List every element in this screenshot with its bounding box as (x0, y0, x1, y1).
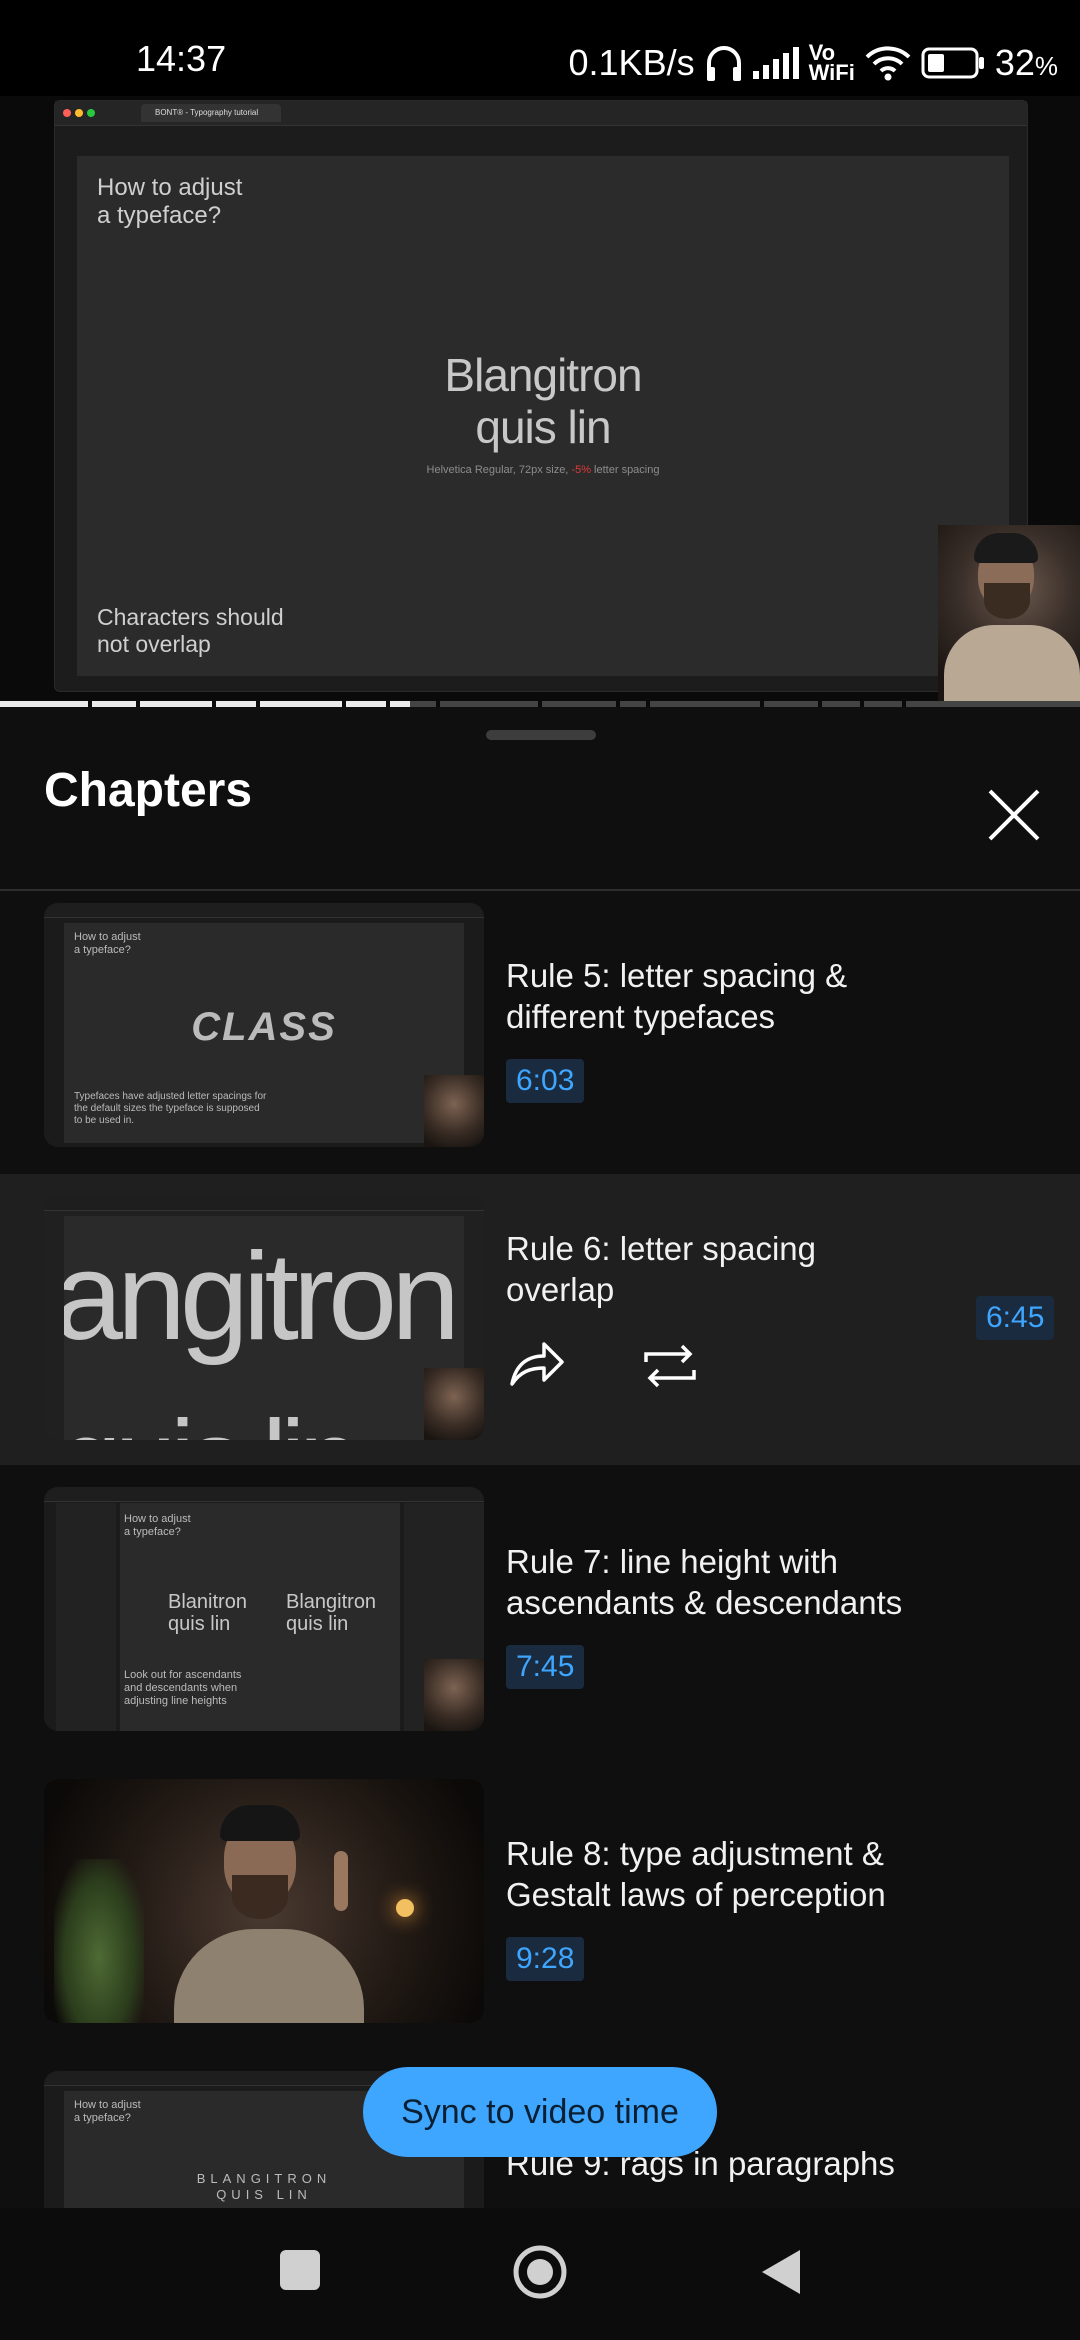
browser-zoom-dot (87, 109, 95, 117)
home-icon (513, 2245, 567, 2299)
chapter-item[interactable]: How to adjust a typeface? Blanitron quis… (0, 1465, 1080, 1757)
share-icon (510, 1342, 564, 1386)
chapter-thumbnail: angitron quis lin (44, 1196, 484, 1440)
chapter-title: Rule 7: line height with ascendants & de… (506, 1543, 903, 1621)
headphones-icon (705, 43, 743, 83)
chapter-thumbnail: How to adjust a typeface? CLASS Typeface… (44, 903, 484, 1147)
slide-question: How to adjust a typeface? (97, 174, 243, 229)
loop-button[interactable] (640, 1336, 700, 1396)
wifi-icon (865, 45, 911, 81)
system-nav-bar (0, 2208, 1080, 2340)
browser-toolbar: BONT® - Typography tutorial (55, 101, 1027, 126)
sync-to-video-time-button[interactable]: Sync to video time (363, 2067, 717, 2157)
browser-close-dot (63, 109, 71, 117)
slide-sample-text: Blangitron quis lin (444, 349, 642, 453)
battery-percent: 32% (994, 42, 1058, 83)
chapter-timestamp[interactable]: 6:03 (506, 1059, 585, 1103)
slide-footer: Characters should not overlap (97, 604, 284, 657)
chapter-item-active[interactable]: angitron quis lin Rule 6: letter spacing… (0, 1174, 1080, 1465)
chapter-thumbnail (44, 1779, 484, 2023)
chapter-item[interactable]: How to adjust a typeface? CLASS Typeface… (0, 891, 1080, 1174)
chapter-thumbnail: How to adjust a typeface? Blanitron quis… (44, 1487, 484, 1731)
share-button[interactable] (506, 1334, 566, 1394)
chapter-timestamp[interactable]: 7:45 (506, 1645, 585, 1689)
repeat-icon (644, 1344, 696, 1388)
browser-minimize-dot (75, 109, 83, 117)
chapter-item[interactable]: Rule 8: type adjustment & Gestalt laws o… (0, 1757, 1080, 2049)
back-icon (762, 2250, 800, 2294)
chapter-title: Rule 8: type adjustment & Gestalt laws o… (506, 1835, 886, 1913)
network-speed: 0.1KB/s (568, 42, 695, 83)
chapter-title: Rule 5: letter spacing & different typef… (506, 957, 848, 1035)
chapter-timestamp[interactable]: 6:45 (976, 1296, 1055, 1340)
video-slide: How to adjust a typeface? Blangitron qui… (77, 156, 1009, 676)
status-icons: 0.1KB/s Vo WiFi 32% (569, 38, 1058, 88)
back-button[interactable] (760, 2248, 804, 2296)
chapter-timestamp[interactable]: 9:28 (506, 1937, 585, 1981)
close-button[interactable] (982, 783, 1046, 847)
status-time: 14:37 (136, 38, 227, 79)
slide-caption: Helvetica Regular, 72px size, -5% letter… (426, 464, 660, 476)
chapter-title: Rule 6: letter spacing overlap (506, 1230, 817, 1308)
browser-tab: BONT® - Typography tutorial (141, 104, 281, 122)
signal-icon (752, 47, 799, 79)
drag-handle[interactable] (486, 730, 596, 740)
volte-wifi-label: Vo WiFi (808, 40, 855, 85)
close-icon (988, 789, 1040, 841)
presenter-camera (938, 525, 1080, 715)
battery-icon (921, 47, 985, 79)
home-button[interactable] (512, 2244, 568, 2300)
recents-button[interactable] (280, 2250, 320, 2290)
panel-title: Chapters (44, 764, 253, 817)
video-browser-frame: BONT® - Typography tutorial How to adjus… (54, 100, 1028, 692)
